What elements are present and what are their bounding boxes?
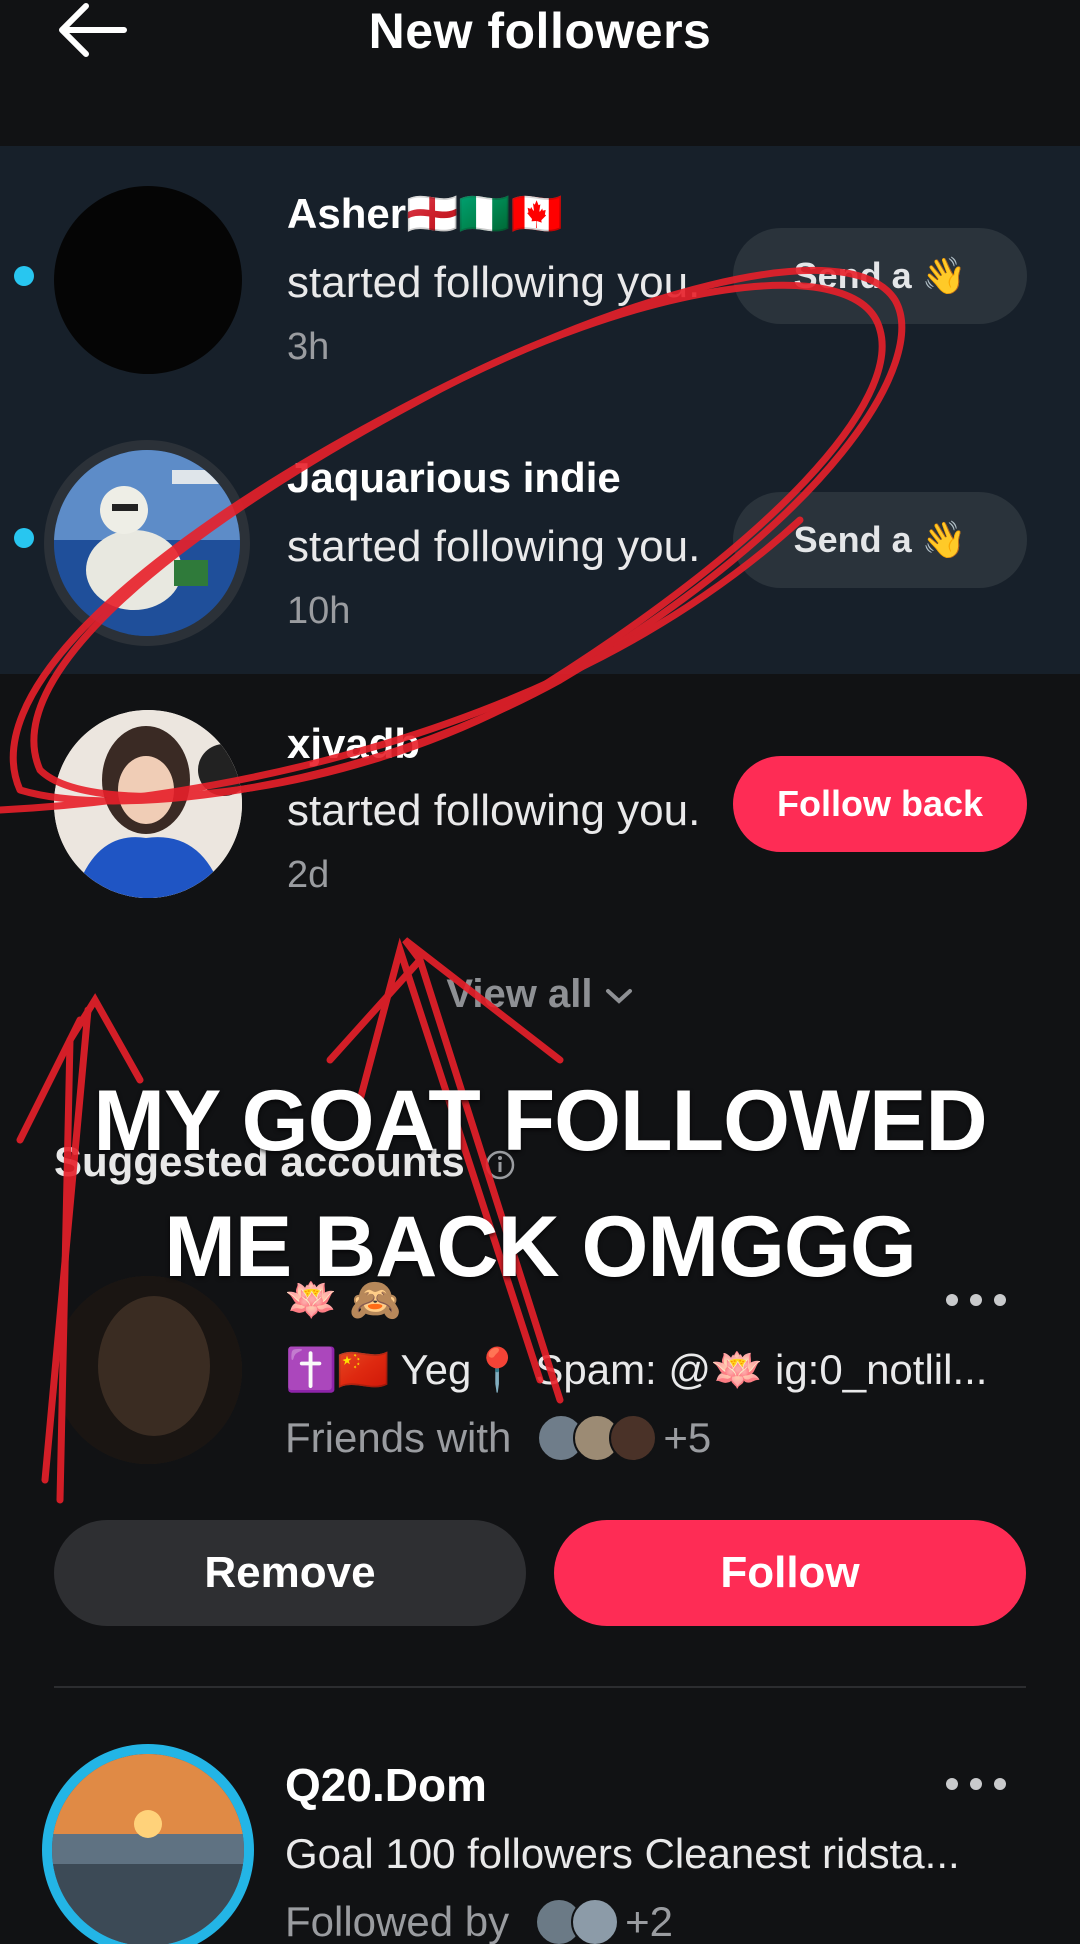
follower-row[interactable]: Jaquarious indie started following you. … (0, 420, 1080, 660)
unread-dot (14, 266, 34, 286)
friends-with: Friends with +5 (285, 1414, 711, 1462)
avatar[interactable] (44, 440, 250, 646)
divider (54, 1686, 1026, 1688)
follow-button[interactable]: Follow (554, 1520, 1026, 1626)
follow-back-button[interactable]: Follow back (733, 756, 1027, 852)
send-wave-button[interactable]: Send a 👋 (733, 228, 1027, 324)
friends-label: Friends with (285, 1414, 512, 1461)
avatar[interactable] (54, 186, 242, 374)
follower-name[interactable]: Asher🏴󠁧󠁢󠁥󠁮󠁧󠁿🇳🇬🇨🇦 (287, 190, 563, 239)
mutual-avatar (571, 1900, 620, 1944)
follow-message-text: started following you. (287, 522, 701, 571)
follower-message: started following you. 10h (287, 516, 707, 642)
follower-message: started following you. 2d (287, 780, 707, 906)
timestamp: 10h (287, 590, 351, 632)
follower-row[interactable]: xjvadb started following you. 2d Follow … (0, 684, 1080, 924)
mutual-avatar (609, 1414, 658, 1462)
follower-row[interactable]: Asher🏴󠁧󠁢󠁥󠁮󠁧󠁿🇳🇬🇨🇦 started following you. … (0, 156, 1080, 396)
suggested-bio: Goal 100 followers Cleanest ridsta... (285, 1830, 960, 1877)
send-wave-button[interactable]: Send a 👋 (733, 492, 1027, 588)
header: New followers (0, 0, 1080, 140)
remove-button[interactable]: Remove (54, 1520, 526, 1626)
unread-dot (14, 528, 34, 548)
overlay-caption-line-1: MY GOAT FOLLOWED (93, 1073, 987, 1169)
follower-name[interactable]: xjvadb (287, 720, 420, 768)
timestamp: 2d (287, 854, 330, 896)
overlay-caption-line-2: ME BACK OMGGG (164, 1199, 916, 1295)
followed-by: Followed by +2 (285, 1900, 673, 1944)
avatar[interactable] (54, 710, 242, 898)
more-options-icon[interactable] (946, 1774, 1006, 1794)
follower-name[interactable]: Jaquarious indie (287, 454, 621, 502)
friends-label: Followed by (285, 1900, 510, 1944)
follow-message-text: started following you. (287, 786, 701, 835)
follow-message-text: started following you. (287, 258, 701, 307)
view-all-link[interactable]: View all (0, 972, 1080, 1017)
view-all-label: View all (446, 972, 593, 1016)
friends-count: +2 (625, 1900, 673, 1944)
suggested-avatar[interactable] (42, 1744, 254, 1944)
friends-count: +5 (663, 1414, 712, 1461)
suggested-bio: ✝️🇨🇳 Yeg📍 Spam: @🪷 ig:0_notlil... (285, 1346, 988, 1393)
suggested-avatar[interactable] (54, 1276, 242, 1464)
timestamp: 3h (287, 326, 330, 368)
page-title: New followers (368, 3, 712, 59)
follower-message: started following you. 3h (287, 252, 707, 378)
suggested-name[interactable]: Q20.Dom (285, 1758, 487, 1812)
chevron-down-icon (605, 989, 632, 1005)
